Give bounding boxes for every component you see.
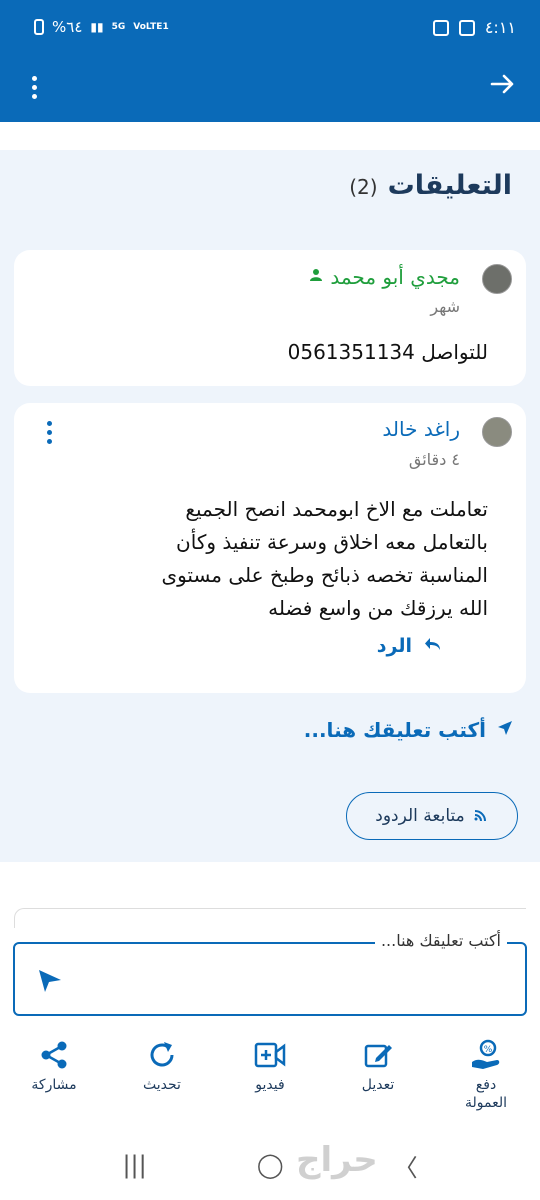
refresh-icon [117,1034,207,1076]
comments-count: (2) [349,175,378,199]
nav-video[interactable]: فيديو [225,1034,315,1126]
write-comment-label: أكتب تعليقك هنا... [303,718,486,742]
avatar[interactable] [482,417,512,447]
comment-input-label: أكتب تعليقك هنا... [374,931,507,950]
home-icon[interactable]: ◯ [257,1151,284,1179]
bottom-nav: % دفع العمولة تعديل فيديو تحديث مشاركة [0,1034,540,1126]
comments-title-text: التعليقات [387,170,512,201]
comment-card: مجدي أبو محمد شهر للتواصل 0561351134 [14,250,526,386]
nav-label: دفع [475,1077,497,1093]
status-bar: %٦٤ ▮▮ 5G VoLTE1 ٤:١١ [0,0,540,62]
comment-author-name[interactable]: مجدي أبو محمد [330,265,460,289]
share-icon [9,1034,99,1076]
nav-label: فيديو [255,1077,285,1093]
comments-title: التعليقات (2) [349,170,512,201]
comment-time: ٤ دقائق [408,450,460,469]
reply-label: الرد [376,635,412,657]
send-icon[interactable] [35,966,65,1003]
system-nav-bar: ||| ◯ 〈 [0,1130,540,1200]
nav-refresh[interactable]: تحديث [117,1034,207,1126]
edit-icon [333,1034,423,1076]
nav-label: العمولة [464,1095,507,1111]
comment-input[interactable]: أكتب تعليقك هنا... [13,931,527,1016]
nav-label: تحديث [143,1077,181,1093]
comment-author[interactable]: راغد خالد [382,417,460,441]
signal-icon: ▮▮ [90,20,104,34]
avatar[interactable] [482,264,512,294]
comment-text: تعاملت مع الاخ ابومحمد انصح الجميع بالتع… [28,493,488,625]
back-icon[interactable]: 〈 [394,1148,418,1183]
nav-share[interactable]: مشاركة [9,1034,99,1126]
comment-line: تعاملت مع الاخ ابومحمد انصح الجميع [185,497,488,521]
comment-time: شهر [430,297,460,316]
gallery-icon [458,19,475,36]
write-comment-link[interactable]: أكتب تعليقك هنا... [304,718,514,742]
comment-author[interactable]: مجدي أبو محمد [308,265,460,289]
divider [14,908,526,928]
more-vertical-icon[interactable] [24,72,44,103]
commission-icon: % [441,1034,531,1076]
status-right: ٤:١١ [432,18,516,37]
comment-text: للتواصل 0561351134 [287,340,488,364]
comment-line: المناسبة تخصه ذبائح وطبخ على مستوى [161,563,488,587]
nav-edit[interactable]: تعديل [333,1034,423,1126]
wifi-signal-icon [473,806,489,827]
haraj-watermark: حراج [296,1140,378,1180]
nav-label: تعديل [361,1077,395,1093]
verified-user-icon [308,268,324,286]
nav-label: مشاركة [31,1077,77,1093]
svg-text:%: % [484,1045,493,1055]
status-left: %٦٤ ▮▮ 5G VoLTE1 [34,18,169,36]
follow-replies-button[interactable]: متابعة الردود [346,792,518,840]
arrow-right-icon[interactable] [488,70,516,106]
recent-apps-icon[interactable]: ||| [122,1151,146,1179]
clock: ٤:١١ [484,18,516,37]
nav-pay-commission[interactable]: % دفع العمولة [441,1034,531,1126]
comment-card: راغد خالد ٤ دقائق تعاملت مع الاخ ابومحمد… [14,403,526,693]
comment-line: الله يرزقك من واسع فضله [268,596,488,620]
notification-icon [432,19,449,36]
send-icon [496,718,514,742]
follow-replies-label: متابعة الردود [375,806,465,826]
reply-icon [424,635,442,657]
video-icon [225,1034,315,1076]
comment-line: بالتعامل معه اخلاق وسرعة تنفيذ وكأن [176,530,488,554]
network-5g: 5G [111,21,126,32]
more-vertical-icon[interactable] [44,421,54,448]
battery-icon [34,19,44,35]
app-bar [0,62,540,122]
reply-button[interactable]: الرد [377,635,442,657]
network-volte: VoLTE1 [133,21,169,32]
battery-level: %٦٤ [52,18,83,36]
